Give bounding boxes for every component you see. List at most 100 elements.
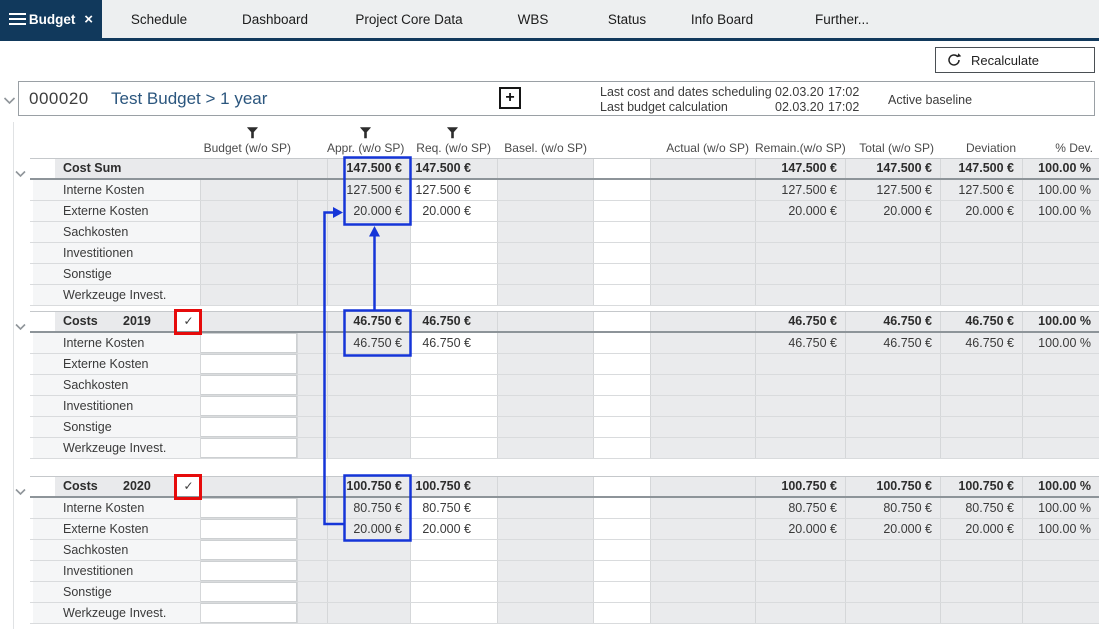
budget-input-cell[interactable] bbox=[200, 540, 297, 560]
gridline bbox=[650, 603, 651, 623]
gridline bbox=[755, 285, 756, 305]
gridline bbox=[650, 264, 651, 284]
gridline bbox=[497, 222, 498, 242]
chevron-down-icon[interactable] bbox=[15, 483, 26, 491]
req-cell[interactable] bbox=[410, 243, 497, 263]
req-cell[interactable] bbox=[410, 285, 497, 305]
gridline bbox=[650, 312, 651, 331]
gridline bbox=[497, 180, 498, 200]
budget-input-cell[interactable] bbox=[200, 333, 297, 353]
gridline bbox=[1022, 243, 1023, 263]
group-row-cost-sum: Cost Sum147.500 €147.500 €147.500 €147.5… bbox=[30, 158, 1099, 180]
gridline bbox=[845, 582, 846, 602]
gridline bbox=[297, 222, 298, 242]
cell-appr: 147.500 € bbox=[327, 159, 410, 178]
req-cell[interactable] bbox=[410, 540, 497, 560]
table-row: Sachkosten bbox=[30, 540, 1099, 561]
cell-appr: 46.750 € bbox=[327, 312, 410, 331]
budget-input-cell[interactable] bbox=[200, 417, 297, 437]
cell-pdev: 100.00 % bbox=[1022, 201, 1099, 221]
req-cell[interactable] bbox=[410, 582, 497, 602]
req-cell[interactable] bbox=[410, 417, 497, 437]
gridline bbox=[497, 285, 498, 305]
budget-input-cell[interactable] bbox=[200, 396, 297, 416]
gridline bbox=[650, 540, 651, 560]
gap-cell bbox=[593, 477, 650, 496]
gap-cell bbox=[593, 333, 650, 353]
gridline bbox=[410, 603, 411, 623]
table-row: Interne Kosten80.750 €80.750 €80.750 €80… bbox=[30, 498, 1099, 519]
req-cell[interactable] bbox=[410, 222, 497, 242]
chevron-down-icon[interactable] bbox=[15, 318, 26, 326]
budget-input-cell[interactable] bbox=[200, 498, 297, 518]
row-indent bbox=[30, 312, 55, 331]
cell-appr: 46.750 € bbox=[327, 333, 410, 353]
req-cell[interactable] bbox=[410, 264, 497, 284]
budget-input-cell[interactable] bbox=[200, 354, 297, 374]
gridline bbox=[755, 603, 756, 623]
budget-input-cell[interactable] bbox=[200, 438, 297, 458]
table-row: Sonstige bbox=[30, 417, 1099, 438]
gridline bbox=[497, 540, 498, 560]
gridline bbox=[200, 333, 201, 353]
gridline bbox=[410, 438, 411, 458]
row-label: Werkzeuge Invest. bbox=[63, 285, 166, 305]
row-label: Sachkosten bbox=[63, 540, 128, 560]
gridline bbox=[593, 222, 594, 242]
gap-cell bbox=[593, 603, 650, 623]
budget-input-cell[interactable] bbox=[200, 561, 297, 581]
table-row: Externe Kosten20.000 €20.000 €20.000 €20… bbox=[30, 201, 1099, 222]
gridline bbox=[327, 354, 328, 374]
budget-input-cell[interactable] bbox=[200, 375, 297, 395]
gridline bbox=[497, 159, 498, 178]
gridline bbox=[297, 201, 298, 221]
cell-pdev: 100.00 % bbox=[1022, 333, 1099, 353]
gridline bbox=[940, 438, 941, 458]
gridline bbox=[200, 561, 201, 581]
gridline bbox=[593, 477, 594, 496]
gridline bbox=[650, 180, 651, 200]
table-row: Investitionen bbox=[30, 561, 1099, 582]
budget-input-cell[interactable] bbox=[200, 603, 297, 623]
req-cell[interactable] bbox=[410, 375, 497, 395]
checkmark-icon: ✓ bbox=[183, 479, 193, 493]
gridline bbox=[755, 582, 756, 602]
req-cell[interactable] bbox=[410, 354, 497, 374]
req-cell[interactable] bbox=[410, 438, 497, 458]
cell-total: 20.000 € bbox=[845, 201, 940, 221]
budget-app-window: Budget×ScheduleDashboardProject Core Dat… bbox=[0, 0, 1099, 629]
gridline bbox=[200, 375, 201, 395]
req-cell[interactable] bbox=[410, 561, 497, 581]
req-cell[interactable] bbox=[410, 603, 497, 623]
budget-grid: Cost Sum147.500 €147.500 €147.500 €147.5… bbox=[0, 0, 1099, 629]
budget-input-cell[interactable] bbox=[200, 519, 297, 539]
cell-total: 100.750 € bbox=[845, 477, 940, 496]
cell-req: 147.500 € bbox=[410, 159, 497, 178]
gridline bbox=[593, 285, 594, 305]
chevron-down-icon[interactable] bbox=[15, 165, 26, 173]
gridline bbox=[327, 561, 328, 581]
group-checkbox[interactable]: ✓ bbox=[176, 312, 201, 331]
budget-input-cell[interactable] bbox=[200, 582, 297, 602]
gridline bbox=[410, 540, 411, 560]
gridline bbox=[755, 561, 756, 581]
cell-appr: 20.000 € bbox=[327, 201, 410, 221]
gridline bbox=[1022, 222, 1023, 242]
gridline bbox=[497, 333, 498, 353]
gridline bbox=[845, 285, 846, 305]
group-checkbox[interactable]: ✓ bbox=[176, 477, 201, 496]
gridline bbox=[200, 264, 201, 284]
cell-total: 127.500 € bbox=[845, 180, 940, 200]
req-cell[interactable] bbox=[410, 396, 497, 416]
gridline bbox=[327, 222, 328, 242]
table-row: Sonstige bbox=[30, 582, 1099, 603]
cell-deviation: 20.000 € bbox=[940, 201, 1022, 221]
table-row: Investitionen bbox=[30, 243, 1099, 264]
gridline bbox=[497, 498, 498, 518]
gridline bbox=[593, 180, 594, 200]
gap-cell bbox=[593, 354, 650, 374]
gridline bbox=[297, 180, 298, 200]
gridline bbox=[593, 354, 594, 374]
cell-remain: 46.750 € bbox=[755, 312, 845, 331]
gridline bbox=[593, 333, 594, 353]
